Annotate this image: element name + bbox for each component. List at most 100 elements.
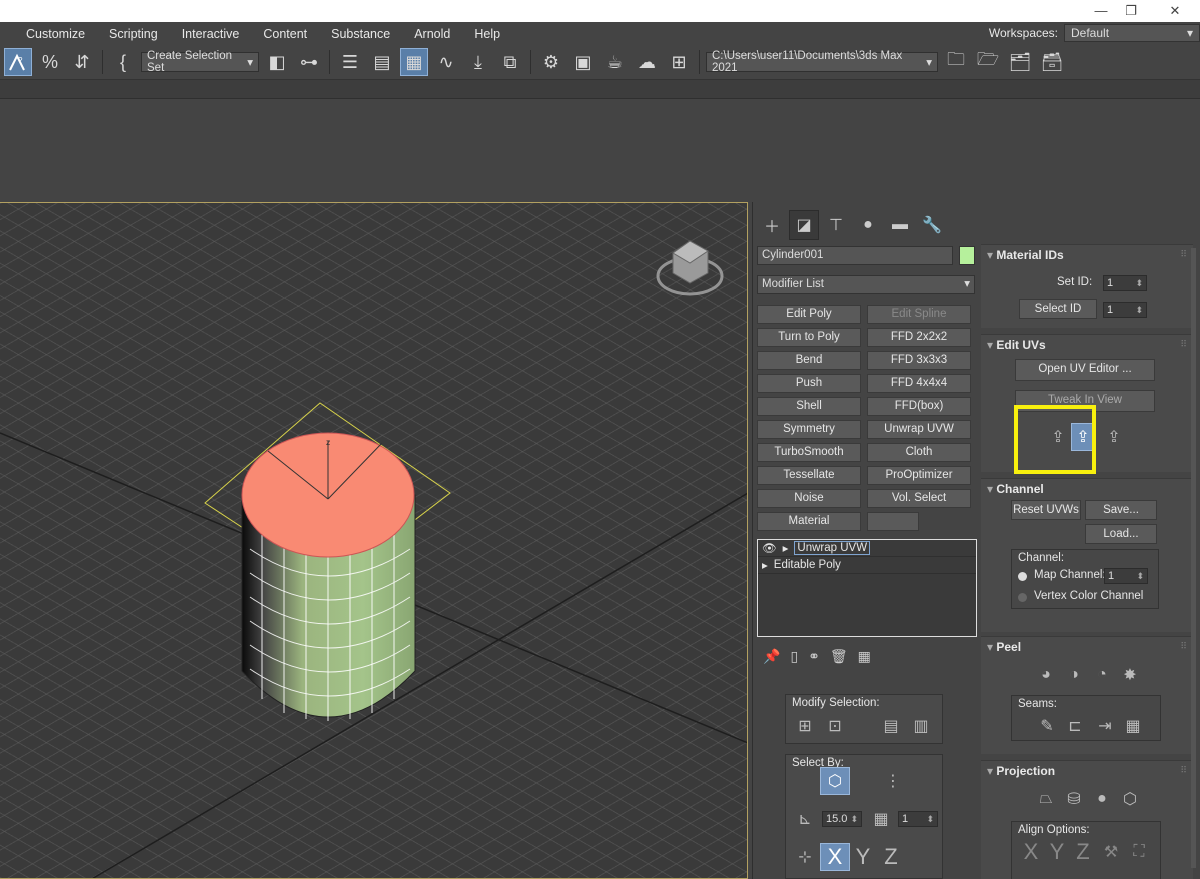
turn-to-poly-button[interactable]: Turn to Poly bbox=[757, 328, 861, 347]
object-name-field[interactable]: Cylinder001 bbox=[757, 246, 953, 265]
cloth-button[interactable]: Cloth bbox=[867, 443, 971, 462]
loop-selection-icon[interactable]: ▤ bbox=[876, 712, 906, 740]
menu-content[interactable]: Content bbox=[251, 27, 319, 41]
project-settings-icon[interactable]: 🗃 bbox=[1038, 48, 1066, 76]
channel-title[interactable]: Channel bbox=[987, 482, 1043, 496]
cylindrical-map-icon[interactable]: ⛁ bbox=[1059, 785, 1089, 813]
ffd-4x4x4-button[interactable]: FFD 4x4x4 bbox=[867, 374, 971, 393]
modifier-list-dropdown[interactable]: Modifier List ▾ bbox=[757, 275, 975, 294]
stack-item-editable-poly[interactable]: ▸ Editable Poly bbox=[758, 557, 976, 574]
quick-align-icon[interactable]: ⇪ bbox=[1099, 423, 1129, 451]
edit-poly-button[interactable]: Edit Poly bbox=[757, 305, 861, 324]
planar-map-icon[interactable]: ⏢ bbox=[1031, 785, 1061, 813]
project-save-icon[interactable]: 🗂 bbox=[1006, 48, 1034, 76]
spherical-map-icon[interactable]: ● bbox=[1087, 785, 1117, 813]
project-path-dropdown[interactable]: C:\Users\user11\Documents\3ds Max 2021 ▾ bbox=[706, 50, 938, 74]
symmetry-button[interactable]: Symmetry bbox=[757, 420, 861, 439]
render-production-icon[interactable]: ☕ bbox=[601, 48, 629, 76]
turbosmooth-button[interactable]: TurboSmooth bbox=[757, 443, 861, 462]
perspective-viewport[interactable]: z bbox=[0, 202, 748, 879]
minimize-button[interactable]: — bbox=[1086, 2, 1116, 20]
ring-selection-icon[interactable]: ▥ bbox=[906, 712, 936, 740]
edge-sel-to-seam-icon[interactable]: ⊏ bbox=[1060, 712, 1090, 740]
spinner-snap-icon[interactable]: ⇵ bbox=[68, 48, 96, 76]
planar-angle-icon[interactable]: ⊾ bbox=[790, 805, 820, 833]
unwrap-uvw-button[interactable]: Unwrap UVW bbox=[867, 420, 971, 439]
edit-spline-button[interactable]: Edit Spline bbox=[867, 305, 971, 324]
prooptimizer-button[interactable]: ProOptimizer bbox=[867, 466, 971, 485]
close-button[interactable]: ✕ bbox=[1160, 2, 1190, 20]
hierarchy-tab-icon[interactable]: ⊤ bbox=[821, 210, 851, 240]
project-open-icon[interactable]: 🗁 bbox=[974, 48, 1002, 76]
push-button[interactable]: Push bbox=[757, 374, 861, 393]
stack-item-unwrap-uvw[interactable]: 👁 ▸ Unwrap UVW bbox=[758, 540, 976, 557]
render-iterative-icon[interactable]: ☁ bbox=[633, 48, 661, 76]
fit-gizmo-icon[interactable]: ⛶ bbox=[1124, 838, 1154, 866]
create-tab-icon[interactable]: ＋ bbox=[757, 210, 787, 240]
object-color-swatch[interactable] bbox=[959, 246, 975, 265]
menu-customize[interactable]: Customize bbox=[0, 27, 97, 41]
smooth-group-spinner[interactable]: 1 bbox=[898, 811, 938, 827]
menu-substance[interactable]: Substance bbox=[319, 27, 402, 41]
remove-modifier-icon[interactable]: 🗑 bbox=[830, 648, 848, 665]
ffd-3x3x3-button[interactable]: FFD 3x3x3 bbox=[867, 351, 971, 370]
select-id-button[interactable]: Select ID bbox=[1019, 299, 1097, 319]
command-panel-scrollbar[interactable] bbox=[1191, 248, 1196, 868]
load-uvws-button[interactable]: Load... bbox=[1085, 524, 1157, 544]
utilities-tab-icon[interactable]: 🔧 bbox=[917, 210, 947, 240]
bend-button[interactable]: Bend bbox=[757, 351, 861, 370]
expand-arrow-icon[interactable]: ▸ bbox=[762, 558, 768, 572]
restore-button[interactable]: ❐ bbox=[1116, 2, 1146, 20]
display-tab-icon[interactable]: ▬ bbox=[885, 210, 915, 240]
menu-interactive[interactable]: Interactive bbox=[170, 27, 252, 41]
rendered-frame-window-icon[interactable]: ▣ bbox=[569, 48, 597, 76]
pin-stack-icon[interactable]: 📌 bbox=[763, 648, 780, 665]
motion-tab-icon[interactable]: ● bbox=[853, 210, 883, 240]
material-ids-title[interactable]: Material IDs bbox=[987, 248, 1063, 262]
expand-arrow-icon[interactable]: ▸ bbox=[783, 541, 789, 555]
grow-selection-icon[interactable]: ⊞ bbox=[790, 712, 820, 740]
mirror-y-button[interactable]: Y bbox=[848, 843, 878, 871]
render-setup-icon[interactable]: ⚙ bbox=[537, 48, 565, 76]
open-uv-editor-button[interactable]: Open UV Editor ... bbox=[1015, 359, 1155, 381]
peel-title[interactable]: Peel bbox=[987, 640, 1021, 654]
projection-title[interactable]: Projection bbox=[987, 764, 1055, 778]
set-id-spinner[interactable]: 1 bbox=[1103, 275, 1147, 291]
show-end-result-icon[interactable]: ▯ bbox=[790, 648, 798, 665]
menu-arnold[interactable]: Arnold bbox=[402, 27, 462, 41]
select-by-material-id-icon[interactable]: ⊹ bbox=[790, 843, 820, 871]
select-by-element-icon[interactable]: ⬡ bbox=[820, 767, 850, 795]
ribbon-toggle-icon[interactable]: ▦ bbox=[400, 48, 428, 76]
noise-button[interactable]: Noise bbox=[757, 489, 861, 508]
seams-by-face-icon[interactable]: ▦ bbox=[1118, 712, 1148, 740]
menu-scripting[interactable]: Scripting bbox=[97, 27, 170, 41]
mirror-icon[interactable]: ◧ bbox=[263, 48, 291, 76]
vol-select-button[interactable]: Vol. Select bbox=[867, 489, 971, 508]
select-by-vertex-cluster-icon[interactable]: ⋮ bbox=[878, 767, 908, 795]
save-uvws-button[interactable]: Save... bbox=[1085, 500, 1157, 520]
material-button[interactable]: Material bbox=[757, 512, 861, 531]
edit-uvs-title[interactable]: Edit UVs bbox=[987, 338, 1045, 352]
curve-editor-icon[interactable]: ∿ bbox=[432, 48, 460, 76]
empty-modifier-button[interactable] bbox=[867, 512, 919, 531]
eye-icon[interactable]: 👁 bbox=[762, 541, 777, 555]
map-channel-spinner[interactable]: 1 bbox=[1104, 568, 1148, 584]
menu-help[interactable]: Help bbox=[462, 27, 512, 41]
configure-sets-icon[interactable]: ▦ bbox=[858, 648, 871, 665]
point-to-point-seam-icon[interactable]: ✎ bbox=[1032, 712, 1062, 740]
modify-tab-icon[interactable]: ◪ bbox=[789, 210, 819, 240]
select-id-spinner[interactable]: 1 bbox=[1103, 302, 1147, 318]
make-unique-icon[interactable]: ⚭ bbox=[808, 648, 820, 665]
scene-explorer-icon[interactable]: ☰ bbox=[336, 48, 364, 76]
mirror-x-button[interactable]: X bbox=[820, 843, 850, 871]
render-in-cloud-icon[interactable]: ⊞ bbox=[665, 48, 693, 76]
peel-lscm-icon[interactable]: ◑ bbox=[1059, 661, 1089, 689]
dope-sheet-icon[interactable]: ⤓ bbox=[464, 48, 492, 76]
ffd-box-button[interactable]: FFD(box) bbox=[867, 397, 971, 416]
vertex-color-radio[interactable] bbox=[1018, 593, 1027, 602]
mirror-z-button[interactable]: Z bbox=[876, 843, 906, 871]
seams-to-edge-icon[interactable]: ⇥ bbox=[1090, 712, 1120, 740]
peel-quick-icon[interactable]: ◕ bbox=[1031, 661, 1061, 689]
tessellate-button[interactable]: Tessellate bbox=[757, 466, 861, 485]
planar-angle-spinner[interactable]: 15.0 bbox=[822, 811, 862, 827]
